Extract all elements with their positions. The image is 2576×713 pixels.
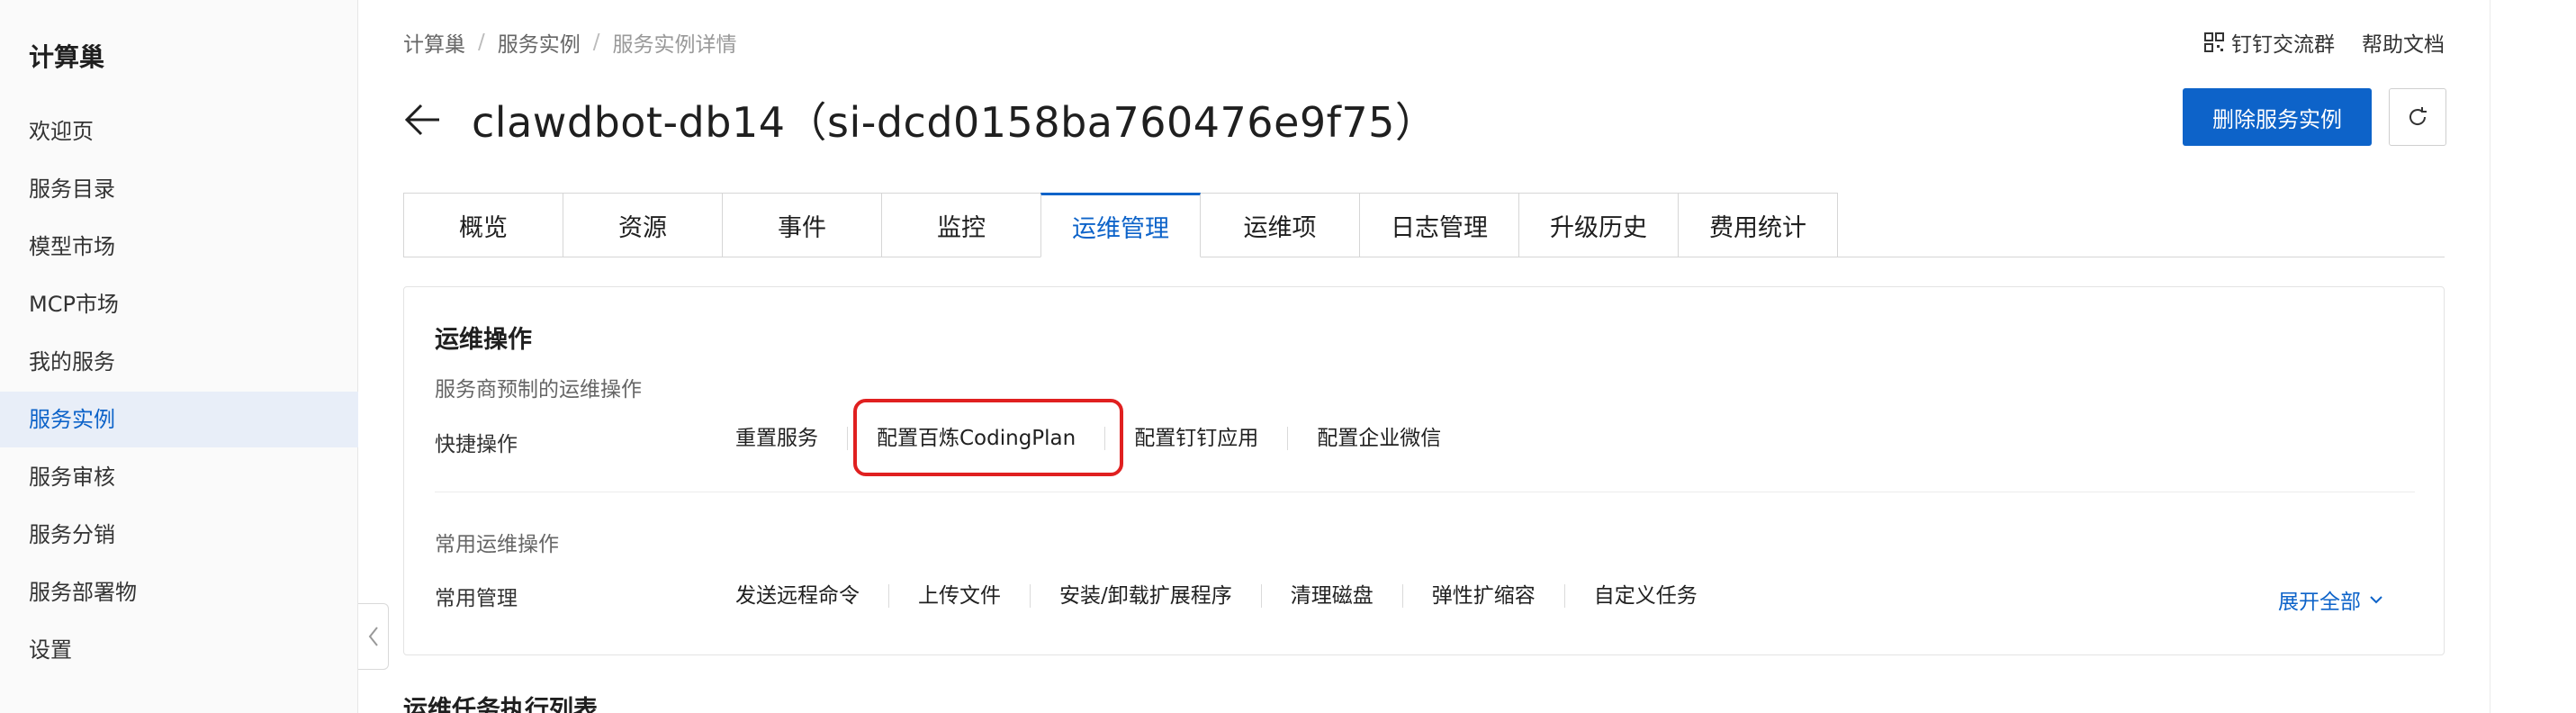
brand-title: 计算巢 — [29, 42, 105, 72]
chevron-left-icon — [368, 627, 378, 646]
tab-ops-items[interactable]: 运维项 — [1200, 193, 1360, 257]
delete-instance-button[interactable]: 删除服务实例 — [2183, 88, 2372, 146]
ops-panel: 运维操作 服务商预制的运维操作 快捷操作 重置服务 配置百炼CodingPlan… — [403, 286, 2445, 655]
app-root: 计算巢 欢迎页 服务目录 模型市场 MCP市场 我的服务 服务实例 服务审核 服… — [0, 0, 2576, 713]
elastic-scaling-action[interactable]: 弹性扩缩容 — [1401, 584, 1564, 608]
right-gutter — [2490, 0, 2576, 713]
install-uninstall-extension-action[interactable]: 安装/卸载扩展程序 — [1030, 584, 1261, 608]
breadcrumb-separator: / — [478, 31, 485, 54]
sidebar-item-mcp-market[interactable]: MCP市场 — [0, 276, 358, 332]
tab-events[interactable]: 事件 — [722, 193, 882, 257]
help-docs-link[interactable]: 帮助文档 — [2362, 27, 2445, 58]
sidebar: 计算巢 欢迎页 服务目录 模型市场 MCP市场 我的服务 服务实例 服务审核 服… — [0, 0, 358, 713]
tab-monitoring[interactable]: 监控 — [881, 193, 1041, 257]
send-remote-command-action[interactable]: 发送远程命令 — [735, 584, 888, 608]
sidebar-item-settings[interactable]: 设置 — [0, 622, 358, 678]
task-list-title: 运维任务执行列表 — [403, 696, 598, 713]
dingtalk-group-label: 钉钉交流群 — [2231, 33, 2335, 57]
reset-service-action[interactable]: 重置服务 — [735, 427, 847, 450]
sidebar-item-service-instances[interactable]: 服务实例 — [0, 392, 358, 447]
tab-overview[interactable]: 概览 — [403, 193, 563, 257]
page-title: clawdbot-db14（si-dcd0158ba760476e9f75） — [472, 98, 1437, 147]
main-content: 计算巢 / 服务实例 / 服务实例详情 钉钉交流群 帮助文档 clawdbot-… — [403, 0, 2446, 713]
sidebar-item-model-market[interactable]: 模型市场 — [0, 219, 358, 275]
preset-ops-subtitle: 服务商预制的运维操作 — [435, 378, 642, 402]
sidebar-collapse-button[interactable] — [358, 603, 389, 670]
refresh-button[interactable] — [2389, 88, 2446, 146]
breadcrumb-compute-nest[interactable]: 计算巢 — [403, 27, 465, 58]
common-ops-label: 常用管理 — [435, 587, 518, 610]
tab-upgrade-history[interactable]: 升级历史 — [1518, 193, 1679, 257]
tab-log-management[interactable]: 日志管理 — [1359, 193, 1519, 257]
sidebar-item-service-catalog[interactable]: 服务目录 — [0, 161, 358, 217]
tab-ops-management[interactable]: 运维管理 — [1040, 193, 1201, 257]
sidebar-item-my-services[interactable]: 我的服务 — [0, 334, 358, 390]
tab-cost-statistics[interactable]: 费用统计 — [1678, 193, 1838, 257]
breadcrumb-current: 服务实例详情 — [612, 33, 737, 57]
config-wecom-action[interactable]: 配置企业微信 — [1287, 427, 1470, 450]
upload-file-action[interactable]: 上传文件 — [888, 584, 1030, 608]
breadcrumb-separator: / — [592, 31, 600, 54]
expand-all-label: 展开全部 — [2278, 591, 2361, 614]
sidebar-item-deployables[interactable]: 服务部署物 — [0, 564, 358, 620]
back-arrow-icon[interactable] — [403, 100, 443, 140]
refresh-icon — [2409, 107, 2427, 125]
breadcrumb-service-instances[interactable]: 服务实例 — [498, 27, 581, 58]
highlight-annotation-box — [853, 399, 1123, 476]
tab-resources[interactable]: 资源 — [563, 193, 723, 257]
clean-disk-action[interactable]: 清理磁盘 — [1260, 584, 1402, 608]
expand-all-button[interactable]: 展开全部 — [2278, 584, 2384, 615]
title-row: clawdbot-db14（si-dcd0158ba760476e9f75） — [403, 90, 1437, 149]
chevron-down-icon — [2370, 596, 2382, 604]
breadcrumb: 计算巢 / 服务实例 / 服务实例详情 — [403, 27, 737, 58]
common-ops-subtitle: 常用运维操作 — [435, 533, 559, 556]
quick-ops-label: 快捷操作 — [435, 433, 518, 456]
dingtalk-group-link[interactable]: 钉钉交流群 — [2204, 27, 2335, 58]
config-dingtalk-app-action[interactable]: 配置钉钉应用 — [1104, 427, 1287, 450]
common-ops-list: 发送远程命令 上传文件 安装/卸载扩展程序 清理磁盘 弹性扩缩容 自定义任务 — [735, 584, 1726, 608]
sidebar-item-welcome[interactable]: 欢迎页 — [0, 104, 358, 159]
sidebar-item-service-review[interactable]: 服务审核 — [0, 449, 358, 505]
ops-section-title: 运维操作 — [435, 326, 532, 354]
top-links: 钉钉交流群 帮助文档 — [2177, 27, 2445, 58]
custom-task-action[interactable]: 自定义任务 — [1563, 584, 1726, 608]
sidebar-item-service-distribution[interactable]: 服务分销 — [0, 507, 358, 563]
tab-bar: 概览 资源 事件 监控 运维管理 运维项 日志管理 升级历史 费用统计 — [403, 193, 1838, 257]
qr-code-icon — [2204, 32, 2224, 52]
